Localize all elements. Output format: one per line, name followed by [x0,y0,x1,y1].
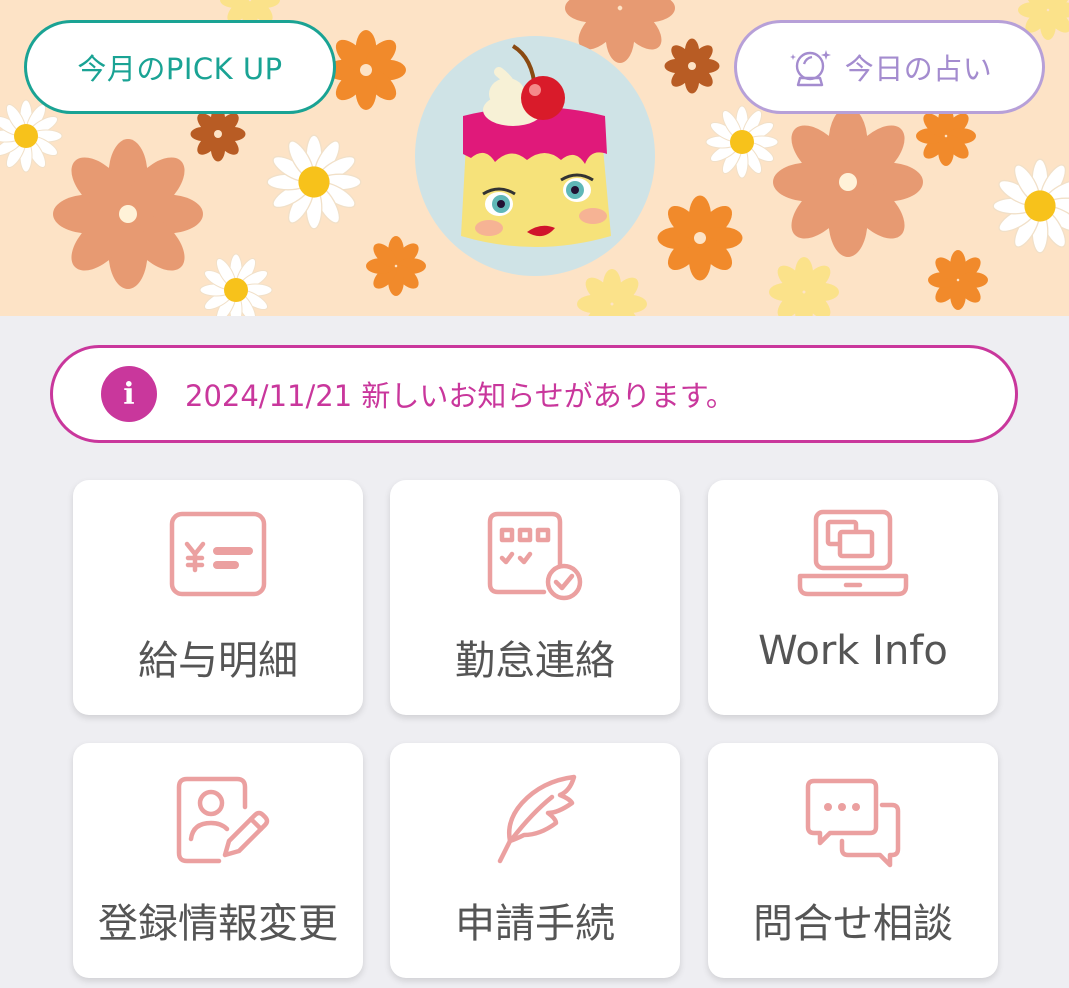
menu-tile-label: Work Info [758,628,948,674]
profile-edit-icon [176,776,270,864]
laptop-icon [797,509,909,597]
menu-tile-label: 問合せ相談 [753,901,953,947]
menu-tile-label: 申請手続 [455,901,615,947]
attendance-calendar-icon [487,511,583,601]
menu-tile-label: 登録情報変更 [98,901,338,947]
monthly-pickup-label: 今月のPICK UP [77,52,283,86]
quill-pen-icon [497,774,577,864]
menu-tile-label: 給与明細 [138,638,298,684]
payslip-icon [169,511,267,597]
header-banner: 今月のPICK UP 今日の占い [0,0,1069,316]
menu-tile-attendance[interactable]: 勤怠連絡 [390,480,680,715]
menu-tile-inquiry[interactable]: 問合せ相談 [708,743,998,978]
menu-tile-payslip[interactable]: 給与明細 [73,480,363,715]
daily-fortune-button[interactable]: 今日の占い [734,20,1045,114]
menu-tile-work-info[interactable]: Work Info [708,480,998,715]
info-icon: i [101,366,157,422]
monthly-pickup-button[interactable]: 今月のPICK UP [24,20,336,114]
chat-bubbles-icon [805,778,901,868]
menu-tile-label: 勤怠連絡 [455,638,615,684]
crystal-ball-icon [789,50,831,87]
daily-fortune-label: 今日の占い [844,52,993,86]
menu-tile-application[interactable]: 申請手続 [390,743,680,978]
pudding-mascot-logo [415,36,655,276]
menu-tile-profile-edit[interactable]: 登録情報変更 [73,743,363,978]
notice-text: 2024/11/21 新しいお知らせがあります。 [185,379,735,413]
notice-banner[interactable]: i 2024/11/21 新しいお知らせがあります。 [50,345,1018,443]
